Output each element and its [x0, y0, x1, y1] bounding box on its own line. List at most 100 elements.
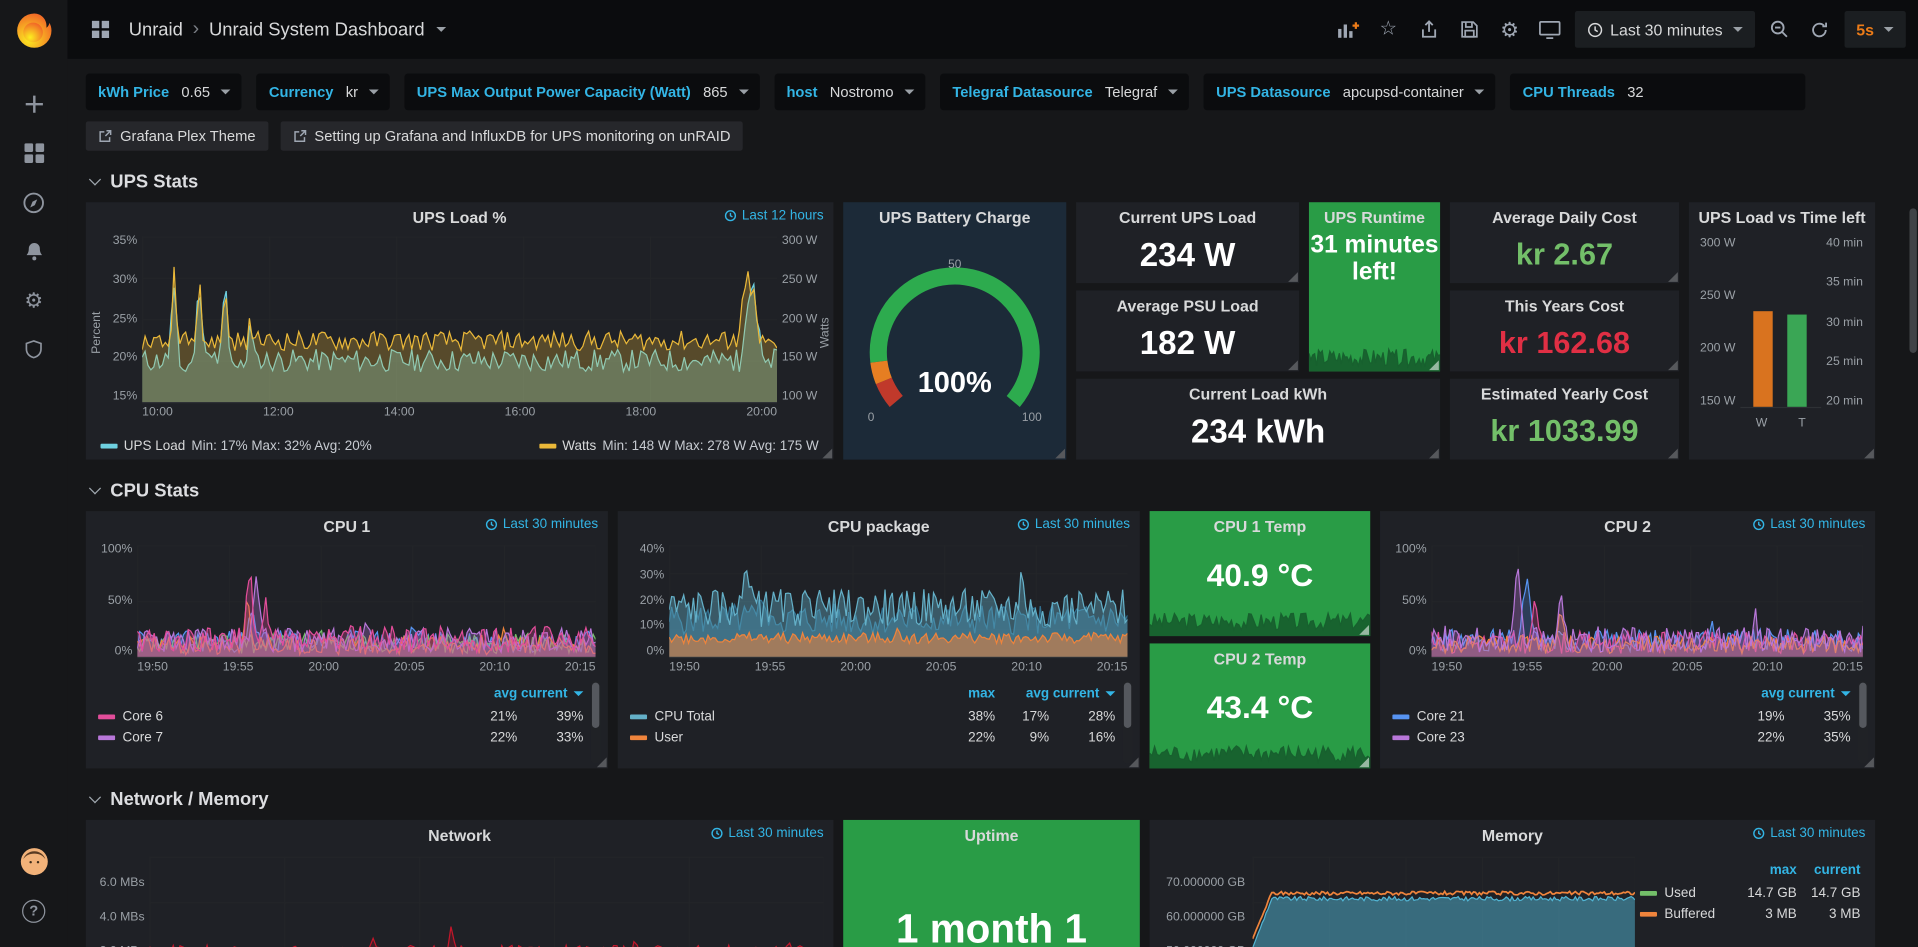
y-tick: 40 min	[1826, 237, 1863, 250]
panel-title[interactable]: UPS Load %	[86, 202, 834, 229]
legend-row-core7[interactable]: Core 7 22% 33%	[98, 727, 600, 748]
legend-row-buffered[interactable]: Buffered 3 MB 3 MB	[1640, 903, 1863, 924]
panel-title[interactable]: UPS Battery Charge	[843, 202, 1066, 229]
legend-sort-current[interactable]: current	[1797, 862, 1861, 877]
legend-row-cpu-total[interactable]: CPU Total 38% 17% 28%	[630, 706, 1132, 727]
legend-ups-load[interactable]: UPS Load Min: 17% Max: 32% Avg: 20%	[100, 439, 371, 454]
legend-sort-avg[interactable]: avg	[458, 686, 517, 701]
cycle-view-monitor-icon[interactable]	[1534, 12, 1566, 46]
y-tick: 50%	[108, 594, 133, 607]
zoom-out-icon[interactable]	[1763, 12, 1795, 46]
legend-row-used[interactable]: Used 14.7 GB 14.7 GB	[1640, 882, 1863, 903]
panel-time-range[interactable]: Last 12 hours	[725, 208, 824, 223]
legend-row-core21[interactable]: Core 21 19% 35%	[1392, 706, 1868, 727]
ups-vs-time-bar-chart[interactable]	[1740, 239, 1821, 408]
y-tick: 300 W	[1700, 237, 1735, 250]
panel-title[interactable]: Average Daily Cost	[1450, 202, 1679, 229]
section-ups-stats[interactable]: UPS Stats	[91, 170, 1918, 192]
panel-title[interactable]: UPS Load vs Time left	[1689, 202, 1875, 229]
panel-ups-load-percent: UPS Load % Last 12 hours Percent Watts 3…	[86, 202, 834, 459]
chevron-down-icon[interactable]	[437, 27, 447, 32]
legend-sort-avg[interactable]: avg	[1726, 686, 1785, 701]
dashboard-title[interactable]: Unraid System Dashboard	[209, 19, 425, 40]
panel-time-range[interactable]: Last 30 minutes	[1753, 517, 1865, 532]
panel-title[interactable]: Uptime	[843, 820, 1140, 847]
panel-title[interactable]: This Years Cost	[1450, 290, 1679, 317]
grafana-logo[interactable]	[14, 11, 53, 50]
panel-title[interactable]: UPS Runtime	[1309, 202, 1440, 229]
panel-time-range[interactable]: Last 30 minutes	[1018, 517, 1130, 532]
dashboard-link-grafana-plex-theme[interactable]: Grafana Plex Theme	[86, 121, 268, 150]
legend-sort-current[interactable]: current	[1784, 686, 1850, 701]
apps-grid-icon[interactable]	[85, 12, 117, 46]
cpu-package-chart[interactable]	[669, 545, 1127, 658]
variable-ups-datasource[interactable]: UPS Datasource apcupsd-container	[1204, 74, 1496, 111]
dashboard-settings-gear-icon[interactable]: ⚙	[1494, 12, 1526, 46]
variable-kwh-price[interactable]: kWh Price 0.65	[86, 74, 242, 111]
refresh-interval-picker[interactable]: 5s	[1844, 11, 1906, 48]
network-memory-row: Network Last 30 minutes 6.0 MBs 4.0 MBs …	[86, 820, 1918, 947]
panel-title[interactable]: Current Load kWh	[1076, 379, 1440, 406]
x-axis-ticks: 10:00 12:00 14:00 16:00 18:00 20:00	[142, 406, 777, 423]
variable-telegraf-datasource[interactable]: Telegraf Datasource Telegraf	[940, 74, 1189, 111]
panel-time-range[interactable]: Last 30 minutes	[486, 517, 598, 532]
series-swatch	[1392, 714, 1409, 719]
legend-row-user[interactable]: User 22% 9% 16%	[630, 727, 1132, 748]
breadcrumb-org[interactable]: Unraid	[129, 19, 183, 40]
alerting-bell-icon[interactable]	[0, 227, 67, 276]
legend-scrollbar[interactable]	[591, 680, 601, 763]
panel-title[interactable]: Estimated Yearly Cost	[1450, 379, 1679, 406]
share-icon[interactable]	[1413, 12, 1445, 46]
panel-title[interactable]: CPU 2 Temp	[1150, 643, 1371, 670]
y-tick: 30%	[640, 568, 665, 581]
section-cpu-stats[interactable]: CPU Stats	[91, 479, 1918, 501]
variable-cpu-threads-input[interactable]: CPU Threads 32	[1510, 74, 1805, 111]
variable-ups-max-output[interactable]: UPS Max Output Power Capacity (Watt) 865	[405, 74, 760, 111]
dashboards-icon[interactable]	[0, 129, 67, 178]
y-tick: 100 W	[782, 390, 817, 403]
time-range-picker[interactable]: Last 30 minutes	[1575, 11, 1755, 48]
x-tick: 10:00	[142, 406, 173, 423]
ups-load-chart[interactable]	[142, 237, 777, 404]
configuration-gear-icon[interactable]: ⚙	[0, 276, 67, 325]
panel-title[interactable]: CPU 1 Temp	[1150, 511, 1371, 538]
refresh-icon[interactable]	[1804, 12, 1836, 46]
memory-chart[interactable]	[1253, 857, 1635, 947]
create-plus-icon[interactable]	[0, 80, 67, 129]
user-avatar[interactable]	[0, 837, 67, 886]
legend-scrollbar[interactable]	[1858, 680, 1868, 763]
page-scrollbar-thumb[interactable]	[1909, 208, 1916, 353]
variable-host[interactable]: host Nostromo	[774, 74, 925, 111]
panel-title[interactable]: Current UPS Load	[1076, 202, 1299, 229]
save-icon[interactable]	[1453, 12, 1485, 46]
legend-watts[interactable]: Watts Min: 148 W Max: 278 W Avg: 175 W	[539, 439, 819, 454]
panel-time-range[interactable]: Last 30 minutes	[711, 826, 823, 841]
network-chart[interactable]	[150, 857, 824, 947]
y-tick: 40%	[640, 543, 665, 556]
cpu1-chart[interactable]	[137, 545, 595, 658]
legend-sort-avg[interactable]: avg	[995, 686, 1049, 701]
explore-compass-icon[interactable]	[0, 178, 67, 227]
stat-value: 40.9 °C	[1150, 543, 1371, 607]
cpu2-chart[interactable]	[1432, 545, 1863, 658]
star-icon[interactable]: ☆	[1372, 12, 1404, 46]
panel-cpu-package: CPU package Last 30 minutes 40% 30% 20% …	[618, 511, 1140, 768]
panel-time-range[interactable]: Last 30 minutes	[1753, 826, 1865, 841]
legend-sort-current[interactable]: current	[1049, 686, 1115, 701]
legend: UPS Load Min: 17% Max: 32% Avg: 20% Watt…	[100, 439, 818, 454]
server-admin-shield-icon[interactable]	[0, 325, 67, 374]
legend-scrollbar[interactable]	[1123, 680, 1133, 763]
dashboard-link-ups-monitoring-guide[interactable]: Setting up Grafana and InfluxDB for UPS …	[280, 121, 743, 150]
help-icon[interactable]: ?	[0, 886, 67, 935]
add-panel-icon[interactable]	[1332, 12, 1364, 46]
section-network-memory[interactable]: Network / Memory	[91, 788, 1918, 810]
panel-title[interactable]: Average PSU Load	[1076, 290, 1299, 317]
legend-row-core6[interactable]: Core 6 21% 39%	[98, 706, 600, 727]
legend-row-core23[interactable]: Core 23 22% 35%	[1392, 727, 1868, 748]
legend-sort-max[interactable]: max	[1733, 862, 1797, 877]
legend-sort-current[interactable]: current	[517, 686, 583, 701]
legend-sort-max[interactable]: max	[941, 686, 995, 701]
external-link-icon	[98, 129, 113, 144]
variable-currency[interactable]: Currency kr	[257, 74, 390, 111]
grafana-app: ⚙ ? Unr	[0, 0, 1918, 947]
